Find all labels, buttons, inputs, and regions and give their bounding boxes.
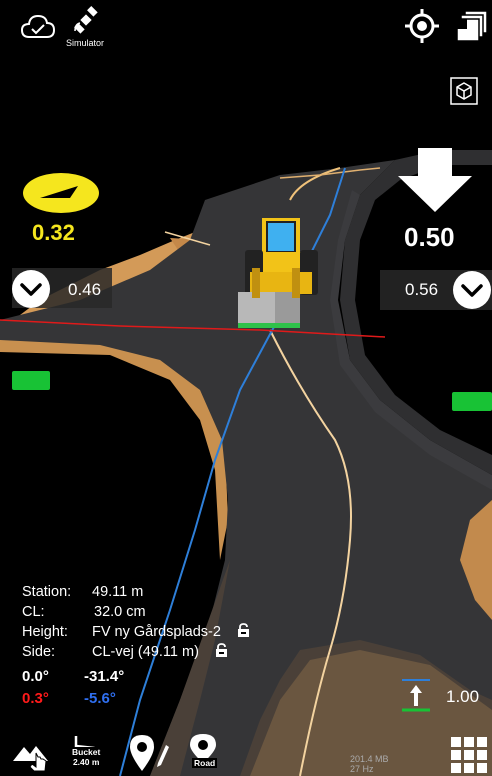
memory-usage: 201.4 MB [350, 754, 389, 764]
right-indicator-value: 0.50 [404, 222, 455, 252]
terrain-touch-icon[interactable] [12, 737, 54, 773]
bucket-label: Bucket [72, 747, 101, 757]
slope-direction-icon [23, 173, 99, 213]
pin-edit-icon[interactable] [128, 733, 170, 773]
chevron-down-icon[interactable] [12, 270, 50, 308]
station-value: 49.11 m [92, 584, 144, 600]
cl-row: CL: 32.0 cm [22, 604, 146, 620]
left-status-bar [12, 371, 50, 390]
left-indicator-value: 0.32 [32, 220, 75, 245]
side-value: CL-vej (49.11 m) [92, 644, 199, 660]
bucket-tag[interactable]: Bucket 2.40 m [70, 747, 103, 767]
road-tag[interactable]: Road [192, 758, 218, 768]
locate-target-icon[interactable] [404, 8, 440, 44]
cloud-check-icon[interactable] [20, 12, 56, 40]
right-status-bar [452, 392, 492, 411]
height-row[interactable]: Height: FV ny Gårdsplads-2 [22, 624, 221, 640]
frame-rate: 27 Hz [350, 764, 374, 774]
satellite-icon[interactable] [72, 6, 100, 34]
down-arrow-icon [398, 148, 472, 212]
chevron-down-icon[interactable] [453, 271, 491, 309]
cl-label: CL: [22, 604, 45, 620]
angle-row2-left: 0.3° [22, 690, 49, 707]
height-value: FV ny Gårdsplads-2 [92, 624, 221, 640]
station-label: Station: [22, 584, 72, 600]
angle-row1-right: -31.4° [84, 668, 125, 685]
left-dropdown-value: 0.46 [68, 280, 102, 299]
angle-row2-right: -5.6° [84, 690, 116, 707]
lock-icon[interactable] [214, 643, 229, 657]
layers-icon[interactable] [455, 10, 489, 44]
angle-row1-left: 0.0° [22, 668, 49, 685]
cl-value: 32.0 cm [94, 604, 146, 620]
station-row: Station: 49.11 m [22, 584, 143, 600]
scale-value: 1.00 [446, 687, 480, 706]
up-arrow-icon[interactable] [400, 678, 432, 714]
side-row[interactable]: Side: CL-vej (49.11 m) [22, 644, 199, 660]
bucket-size: 2.40 m [72, 757, 100, 767]
cube-view-icon[interactable] [450, 77, 478, 105]
lock-icon[interactable] [236, 623, 251, 637]
side-label: Side: [22, 644, 56, 660]
simulator-label: Simulator [66, 38, 105, 48]
right-dropdown-value: 0.56 [405, 280, 439, 299]
grid-menu-icon[interactable] [450, 736, 488, 774]
height-label: Height: [22, 624, 68, 640]
